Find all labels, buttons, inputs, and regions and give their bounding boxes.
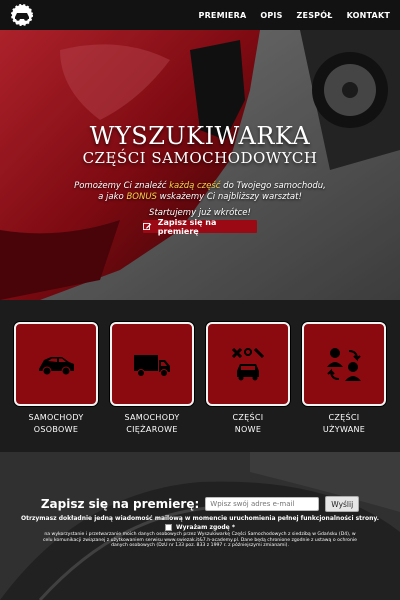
categories-section: SAMOCHODY OSOBOWE SAMOCHODY CIĘŻAROWE CZ… [0, 300, 400, 452]
car-gear-logo-icon[interactable] [11, 4, 33, 26]
category-passenger-cars[interactable]: SAMOCHODY OSOBOWE [14, 322, 98, 436]
top-nav: PREMIERA OPIS ZESPÓŁ KONTAKT [0, 0, 400, 30]
signup-info-text: Otrzymasz dokładnie jedną wiadomość mail… [20, 515, 380, 522]
hero-section: WYSZUKIWARKA CZĘŚCI SAMOCHODOWYCH Pomoże… [0, 30, 400, 300]
category-tile[interactable] [110, 322, 194, 406]
signup-form: Zapisz się na premierę: Wyślij [0, 496, 400, 512]
signup-premiere-button[interactable]: Zapisz się na premierę [143, 217, 257, 236]
category-label: CZĘŚCI UŻYWANE [322, 413, 366, 434]
category-trucks[interactable]: SAMOCHODY CIĘŻAROWE [110, 322, 194, 436]
category-used-parts[interactable]: CZĘŚCI UŻYWANE [302, 322, 386, 436]
exchange-users-icon [327, 348, 361, 381]
legal-text: na wykorzystanie i przetwarzanie moich d… [43, 532, 357, 549]
consent-checkbox[interactable] [165, 524, 173, 531]
nav-link-opis[interactable]: OPIS [260, 11, 282, 20]
highlight-text: BONUS [126, 192, 157, 202]
hero-subtitle: CZĘŚCI SAMOCHODOWYCH [82, 149, 318, 167]
nav-link-kontakt[interactable]: KONTAKT [347, 11, 390, 20]
signup-title: Zapisz się na premierę: [40, 497, 200, 511]
email-field[interactable] [205, 497, 320, 511]
consent-row: Wyrażam zgodę * [0, 524, 400, 531]
truck-icon [134, 355, 170, 377]
signup-premiere-label: Zapisz się na premierę [157, 217, 217, 236]
category-tile[interactable] [206, 322, 290, 406]
category-label: SAMOCHODY OSOBOWE [28, 413, 84, 434]
category-tile[interactable] [14, 322, 98, 406]
signup-section: Zapisz się na premierę: Wyślij Otrzymasz… [0, 452, 400, 600]
nav-link-zespol[interactable]: ZESPÓŁ [297, 11, 333, 20]
hero-title: WYSZUKIWARKA [89, 122, 311, 150]
category-tile[interactable] [302, 322, 386, 406]
consent-label: Wyrażam zgodę * [176, 524, 235, 531]
car-icon [39, 357, 74, 376]
category-new-parts[interactable]: CZĘŚCI NOWE [206, 322, 290, 436]
edit-icon [143, 223, 152, 230]
nav-link-premiera[interactable]: PREMIERA [199, 11, 247, 20]
send-button[interactable]: Wyślij [325, 496, 360, 512]
tools-car-icon [231, 347, 265, 381]
category-label: CZĘŚCI NOWE [232, 413, 264, 434]
launch-note: Startujemy już wkrótce! [149, 208, 251, 218]
category-label: SAMOCHODY CIĘŻAROWE [124, 413, 180, 434]
highlight-text: każdą część [169, 181, 221, 191]
hero-description: Pomożemy Ci znaleźć każdą część do Twoje… [74, 181, 326, 202]
